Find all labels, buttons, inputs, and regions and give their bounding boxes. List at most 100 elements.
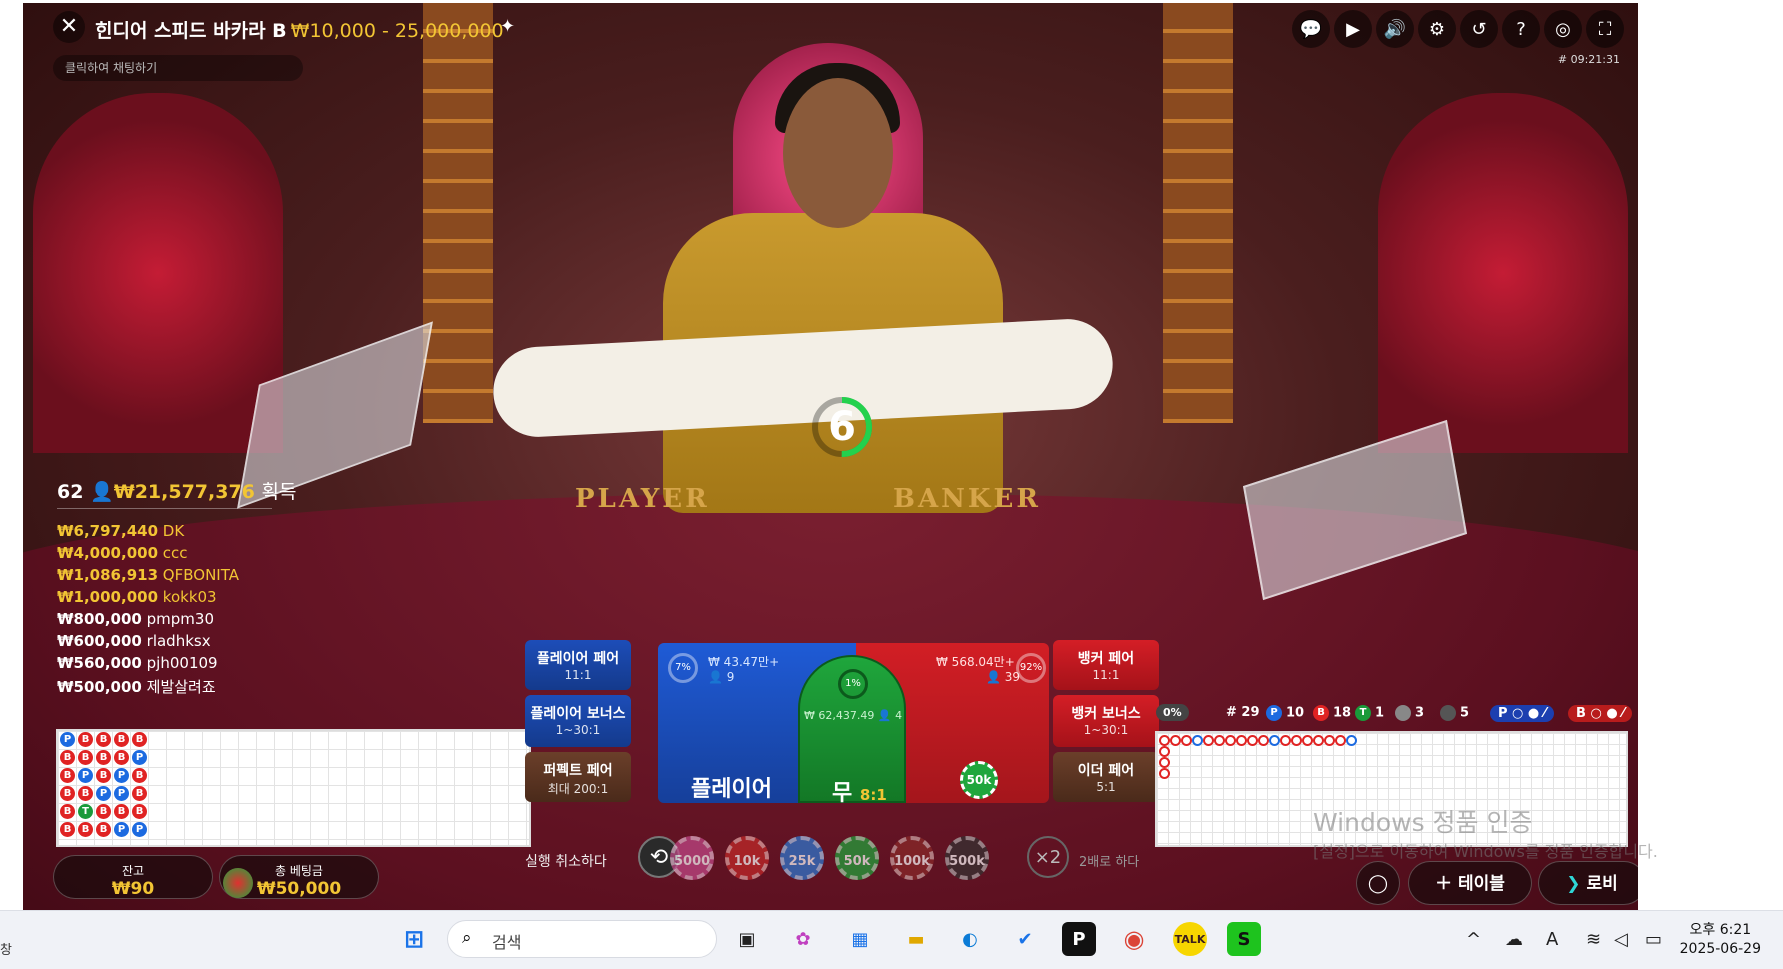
banker-pair-count: 5 (1440, 705, 1469, 721)
windows-activation-title: Windows 정품 인증 (1313, 808, 1533, 837)
wifi-icon[interactable]: ≋ (1586, 929, 1601, 950)
file-explorer-icon[interactable]: ▬ (899, 922, 933, 956)
bead-b: B (78, 822, 93, 837)
tie-label: 무 (832, 781, 853, 806)
bet-label: 뱅커 보너스 (1071, 706, 1141, 722)
bet-odds: 11:1 (1092, 668, 1120, 682)
lobby-icon: ❯ (1566, 874, 1581, 894)
felt-player-label: PLAYER (575, 484, 710, 514)
headset-icon[interactable]: ◎ (1544, 10, 1582, 48)
tray-chevron-icon[interactable]: ^ (1466, 929, 1481, 950)
history-icon[interactable]: ↺ (1460, 10, 1498, 48)
windows-start-icon[interactable]: ⊞ (397, 922, 431, 956)
banker-predict-button[interactable]: B ○ ● ⁄ (1568, 705, 1633, 722)
app-s-icon[interactable]: S (1227, 922, 1261, 956)
taskbar-clock[interactable]: 오후 6:21 2025-06-29 (1680, 921, 1761, 959)
cloud-offline-icon[interactable]: ☁ (1505, 929, 1523, 950)
close-button[interactable]: ✕ (53, 11, 85, 43)
task-view-icon[interactable]: ▣ (730, 922, 764, 956)
big-road-mark (1192, 735, 1203, 746)
player-predict-button[interactable]: P ○ ● ⁄ (1490, 705, 1554, 722)
chip-500k[interactable]: 500k (945, 836, 989, 880)
winners-count: 62 (57, 481, 84, 503)
banker-bonus-bet[interactable]: 뱅커 보너스 1~30:1 (1053, 695, 1159, 747)
bead-road[interactable]: PBBBBBBBBPBPBPBBBPPBBTBBBBBBPP (56, 729, 531, 847)
divider (57, 508, 272, 509)
undo-icon: ⟲ (649, 845, 669, 870)
tie-count-value: 1 (1375, 705, 1385, 721)
big-road-mark (1214, 735, 1225, 746)
chip-25k[interactable]: 25k (780, 836, 824, 880)
winner-name: 제발살려죠 (146, 678, 216, 696)
store-icon[interactable]: ▦ (843, 922, 877, 956)
chip-50k[interactable]: 50k (835, 836, 879, 880)
chrome-icon[interactable]: ◉ (1117, 922, 1151, 956)
bead-b: B (132, 804, 147, 819)
bet-odds: 11:1 (564, 668, 592, 682)
bead-b: B (60, 750, 75, 765)
lobby-label: 로비 (1586, 874, 1618, 894)
banker-pair-bet[interactable]: 뱅커 페어 11:1 (1053, 640, 1159, 690)
add-table-button[interactable]: ＋ 테이블 (1408, 861, 1532, 905)
double-button[interactable]: ×2 (1027, 836, 1069, 878)
banker-bet-count: 👤 39 (986, 670, 1021, 684)
tie-count: 4 (895, 709, 903, 722)
volume-icon[interactable]: 🔊 (1376, 10, 1414, 48)
app-p-icon[interactable]: P (1062, 922, 1096, 956)
chat-input[interactable]: 클릭하여 채팅하기 (53, 55, 303, 81)
chip-5000[interactable]: 5000 (670, 836, 714, 880)
help-icon[interactable]: ? (1502, 10, 1540, 48)
scene-pillar (423, 3, 493, 423)
video-icon[interactable]: ▶ (1334, 10, 1372, 48)
p-dot: P (1266, 705, 1282, 721)
bead-b: B (60, 786, 75, 801)
winner-amount: ₩1,086,913 (57, 566, 159, 584)
settings-icon[interactable]: ⚙ (1418, 10, 1456, 48)
taskbar-search[interactable]: ⌕ 검색 (447, 920, 717, 958)
player-pair-count: 3 (1395, 705, 1424, 721)
bead-b: B (96, 804, 111, 819)
bet-odds: 최대 200:1 (547, 782, 609, 796)
windows-taskbar: 창 ⊞ ⌕ 검색 ▣ ✿ ▦ ▬ ◐ ✔ P ◉ TALK S ^ ☁ A ≋ … (0, 910, 1783, 969)
winner-row: ₩1,000,000 kokk03 (57, 588, 217, 606)
big-road-mark (1159, 746, 1170, 757)
bead-b: B (60, 822, 75, 837)
scene-arch-left (33, 93, 283, 453)
kakaotalk-icon[interactable]: TALK (1173, 922, 1207, 956)
pin-icon[interactable]: ✦ (500, 16, 515, 37)
bead-b: B (96, 750, 111, 765)
bead-p: P (60, 732, 75, 747)
todo-icon[interactable]: ✔ (1008, 922, 1042, 956)
tie-bet[interactable]: 1% ₩ 62,437.49 👤 4 무 8:1 (798, 655, 906, 806)
bet-odds: 1~30:1 (555, 723, 601, 737)
dealer-head (783, 78, 893, 228)
banker-percent: 92% (1016, 653, 1046, 683)
battery-icon[interactable]: ▭ (1645, 929, 1662, 950)
winner-row: ₩1,086,913 QFBONITA (57, 566, 239, 584)
big-road-mark (1236, 735, 1247, 746)
tie-percent: 1% (838, 669, 868, 699)
chat-icon[interactable]: 💬 (1292, 10, 1330, 48)
copilot-icon[interactable]: ✿ (786, 922, 820, 956)
winner-name: pjh00109 (146, 654, 218, 672)
banker-wins: B 18 (1313, 705, 1351, 721)
fullscreen-icon[interactable]: ⛶ (1586, 10, 1624, 48)
player-bonus-bet[interactable]: 플레이어 보너스 1~30:1 (525, 695, 631, 747)
volume-tray-icon[interactable]: ◁ (1614, 929, 1628, 950)
lobby-button[interactable]: ❯ 로비 (1538, 861, 1638, 905)
player-pair-bet[interactable]: 플레이어 페어 11:1 (525, 640, 631, 690)
edge-icon[interactable]: ◐ (953, 922, 987, 956)
either-pair-bet[interactable]: 이더 페어 5:1 (1053, 752, 1159, 802)
perfect-pair-bet[interactable]: 퍼펙트 페어 최대 200:1 (525, 752, 631, 802)
winner-row: ₩500,000 제발살려죠 (57, 676, 216, 697)
bead-b: B (78, 732, 93, 747)
chip-100k[interactable]: 100k (890, 836, 934, 880)
bead-b: B (132, 732, 147, 747)
chip-10k[interactable]: 10k (725, 836, 769, 880)
bead-p: P (114, 822, 129, 837)
ime-indicator[interactable]: A (1546, 929, 1558, 950)
winner-row: ₩6,797,440 DK (57, 522, 184, 540)
bead-b: B (60, 768, 75, 783)
chat-toggle-button[interactable]: ◯ (1356, 861, 1400, 905)
player-pair-value: 3 (1415, 705, 1425, 721)
